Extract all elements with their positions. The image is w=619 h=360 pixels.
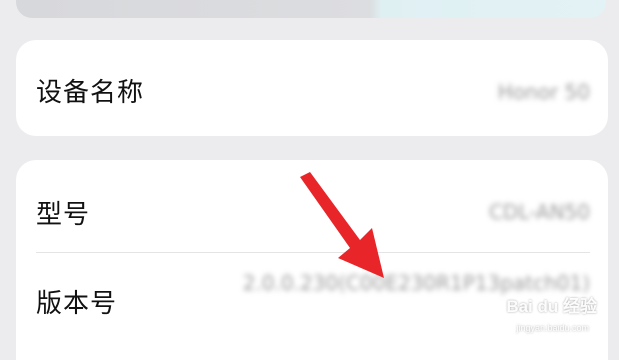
device-name-card[interactable]: 设备名称 Honor 50 (16, 40, 608, 136)
device-name-value: Honor 50 (497, 80, 590, 104)
device-name-label: 设备名称 (36, 78, 145, 108)
watermark-url: jingyan.baidu.com (516, 323, 589, 333)
model-label: 型号 (36, 200, 91, 230)
top-banner-card (16, 0, 606, 18)
model-row[interactable]: 型号 CDL-AN50 (16, 160, 608, 252)
build-number-label: 版本号 (36, 289, 118, 319)
model-value: CDL-AN50 (488, 200, 590, 224)
watermark-logo: Bai du 经验 (506, 297, 597, 316)
device-name-row[interactable]: 设备名称 Honor 50 (16, 40, 608, 136)
